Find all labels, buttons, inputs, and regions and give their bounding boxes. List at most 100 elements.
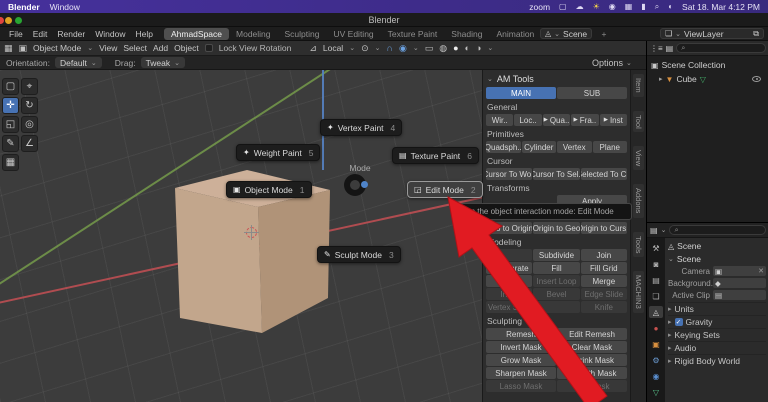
shading-rendered-icon[interactable]: ◑ bbox=[476, 43, 481, 53]
modeling-button[interactable]: Fill Grid bbox=[581, 262, 627, 274]
properties-search-input[interactable]: ⌕ bbox=[669, 225, 766, 235]
modeling-button[interactable]: Knife bbox=[581, 301, 627, 313]
overlays-toggle-icon[interactable]: ◍ bbox=[439, 43, 447, 54]
lock-view-rotation-checkbox[interactable] bbox=[205, 44, 213, 52]
annotate-tool[interactable]: ✎ bbox=[2, 135, 19, 152]
primitive-button[interactable]: Cylinder bbox=[522, 141, 557, 153]
data-tab-icon[interactable]: ▽ bbox=[649, 386, 663, 398]
scene-panel-header[interactable]: ⌄ Scene bbox=[668, 254, 766, 264]
origin-button[interactable]: Geo to Origin bbox=[486, 222, 532, 234]
user-icon[interactable]: ◐ bbox=[668, 2, 673, 11]
origin-button[interactable]: Origin to Curs.. bbox=[581, 222, 627, 234]
field-input[interactable]: ▣ ✕ bbox=[713, 266, 766, 276]
general-button[interactable]: Qua.. bbox=[543, 114, 570, 126]
cloud-icon[interactable]: ☁ bbox=[576, 2, 584, 11]
add-menu[interactable]: Add bbox=[153, 43, 168, 53]
measure-tool[interactable]: ∠ bbox=[21, 135, 38, 152]
workspace-tab[interactable]: Texture Paint bbox=[381, 28, 445, 40]
physics-tab-icon[interactable]: ◉ bbox=[649, 370, 663, 382]
pivot-point-icon[interactable]: ⊙ bbox=[361, 43, 369, 54]
battery-icon[interactable]: ▮ bbox=[641, 2, 645, 11]
viewlayer-selector[interactable]: ❏ ⌄ ViewLayer ⧉ bbox=[660, 28, 764, 39]
modeling-button[interactable]: Separate bbox=[486, 262, 532, 274]
npanel-tab[interactable]: Item bbox=[633, 74, 644, 97]
modeling-button[interactable]: Join bbox=[581, 249, 627, 261]
select-menu[interactable]: Select bbox=[123, 43, 147, 53]
mac-window-menu[interactable]: Window bbox=[50, 2, 80, 12]
sculpting-button[interactable]: Sharpen Mask bbox=[486, 367, 556, 379]
workspace-tab[interactable]: Shading bbox=[444, 28, 489, 40]
modeling-button[interactable]: Bevel bbox=[533, 288, 579, 300]
editor-type-icon[interactable]: ▤ bbox=[650, 226, 658, 235]
record-icon[interactable]: ◉ bbox=[609, 2, 616, 11]
workspace-tab[interactable]: Modeling bbox=[229, 28, 278, 40]
workspace-tab[interactable]: Sculpting bbox=[278, 28, 327, 40]
output-tab-icon[interactable]: ▤ bbox=[649, 274, 663, 286]
proportional-editing-icon[interactable]: ◉ bbox=[399, 43, 407, 54]
sculpting-button[interactable]: Clear Mask bbox=[557, 341, 627, 353]
modeling-button[interactable]: Subdivide bbox=[533, 249, 579, 261]
pie-item-edit-mode[interactable]: ◲ Edit Mode 2 bbox=[407, 181, 483, 198]
general-button[interactable]: Wir.. bbox=[486, 114, 513, 126]
collapsed-panel-row[interactable]: ▸ ✓ Gravity bbox=[668, 315, 766, 328]
collapsed-panel-row[interactable]: ▸ Audio bbox=[668, 341, 766, 354]
topbar-menu-item[interactable]: Render bbox=[52, 29, 90, 39]
orientation-default-dropdown[interactable]: Default ⌄ bbox=[55, 57, 102, 68]
modifier-tab-icon[interactable]: ⚙ bbox=[649, 354, 663, 366]
mac-clock[interactable]: Sat 18. Mar 4:12 PM bbox=[682, 2, 760, 12]
topbar-menu-item[interactable]: File bbox=[4, 29, 28, 39]
sculpting-button[interactable]: Lasso Mask bbox=[486, 380, 556, 392]
collapsed-panel-row[interactable]: ▸ Rigid Body World bbox=[668, 354, 766, 367]
modeling-button[interactable]: Bridge bbox=[486, 275, 532, 287]
pie-item-vertex-paint[interactable]: ✦ Vertex Paint 4 bbox=[320, 119, 402, 136]
modeling-button[interactable]: Vertex Slide bbox=[486, 301, 532, 313]
view-menu[interactable]: View bbox=[99, 43, 117, 53]
sculpting-button[interactable]: Box Mask bbox=[557, 380, 627, 392]
npanel-tab[interactable]: View bbox=[633, 146, 644, 170]
collapsed-panel-row[interactable]: ▸ Units bbox=[668, 302, 766, 315]
outliner-scene-collection-row[interactable]: ▣ Scene Collection bbox=[651, 60, 725, 70]
workspace-tab[interactable]: Animation bbox=[489, 28, 541, 40]
move-tool[interactable]: ✛ bbox=[2, 97, 19, 114]
workspace-tab[interactable]: AhmadSpace bbox=[164, 28, 229, 40]
display-mode-icon[interactable]: ▤ bbox=[666, 44, 674, 53]
scene-selector[interactable]: ◬ ⌄ Scene bbox=[540, 28, 592, 39]
sculpting-button[interactable]: Grow Mask bbox=[486, 354, 556, 366]
mode-dropdown[interactable]: Object Mode bbox=[33, 43, 81, 53]
sculpting-button[interactable]: Invert Mask bbox=[486, 341, 556, 353]
display-icon[interactable]: ▢ bbox=[559, 2, 567, 11]
general-button[interactable]: Loc.. bbox=[514, 114, 541, 126]
modeling-button[interactable] bbox=[533, 301, 579, 313]
modeling-button[interactable]: Fill bbox=[533, 262, 579, 274]
modeling-button[interactable]: Merge bbox=[581, 275, 627, 287]
primitive-button[interactable]: Quadsph.. bbox=[486, 141, 521, 153]
rotate-tool[interactable]: ↻ bbox=[21, 97, 38, 114]
add-cube-tool[interactable]: ▦ bbox=[2, 154, 19, 171]
primitive-button[interactable]: Vertex bbox=[557, 141, 592, 153]
modeling-button[interactable]: Inset bbox=[486, 288, 532, 300]
sculpting-button[interactable]: Remesh bbox=[486, 328, 556, 340]
visibility-eye-icon[interactable] bbox=[752, 76, 761, 82]
3d-viewport[interactable]: ▢⌖✛↻◱◎✎∠▦ bbox=[0, 70, 482, 402]
npanel-tab[interactable]: Addons bbox=[633, 184, 644, 217]
panel-collapse-icon[interactable]: ⌄ bbox=[487, 75, 493, 83]
panel-tab[interactable]: MAIN bbox=[486, 87, 556, 99]
cursor-tool[interactable]: ⌖ bbox=[21, 78, 38, 95]
modeling-button[interactable]: Edge Slide bbox=[581, 288, 627, 300]
primitive-button[interactable]: Plane bbox=[593, 141, 628, 153]
scene-tab-icon[interactable]: ◬ bbox=[649, 306, 663, 318]
world-tab-icon[interactable]: ● bbox=[649, 322, 663, 334]
general-button[interactable]: Fra.. bbox=[571, 114, 598, 126]
outliner-cube-row[interactable]: ▸ ▼ Cube ▽ bbox=[659, 74, 765, 84]
modeling-button[interactable]: Insert Loop bbox=[533, 275, 579, 287]
npanel-tab[interactable]: Tool bbox=[633, 111, 644, 133]
drag-tweak-dropdown[interactable]: Tweak ⌄ bbox=[141, 57, 185, 68]
panel-tab[interactable]: SUB bbox=[557, 87, 627, 99]
orientation-dropdown[interactable]: Local bbox=[323, 43, 343, 53]
pie-item-weight-paint[interactable]: ✦ Weight Paint 5 bbox=[236, 144, 320, 161]
origin-button[interactable]: Origin to Geo bbox=[533, 222, 579, 234]
search-icon[interactable]: ⌕ bbox=[655, 2, 659, 12]
gizmo-toggle-icon[interactable]: ▭ bbox=[425, 43, 434, 54]
workspace-tab[interactable]: UV Editing bbox=[326, 28, 380, 40]
general-button[interactable]: Inst bbox=[600, 114, 627, 126]
